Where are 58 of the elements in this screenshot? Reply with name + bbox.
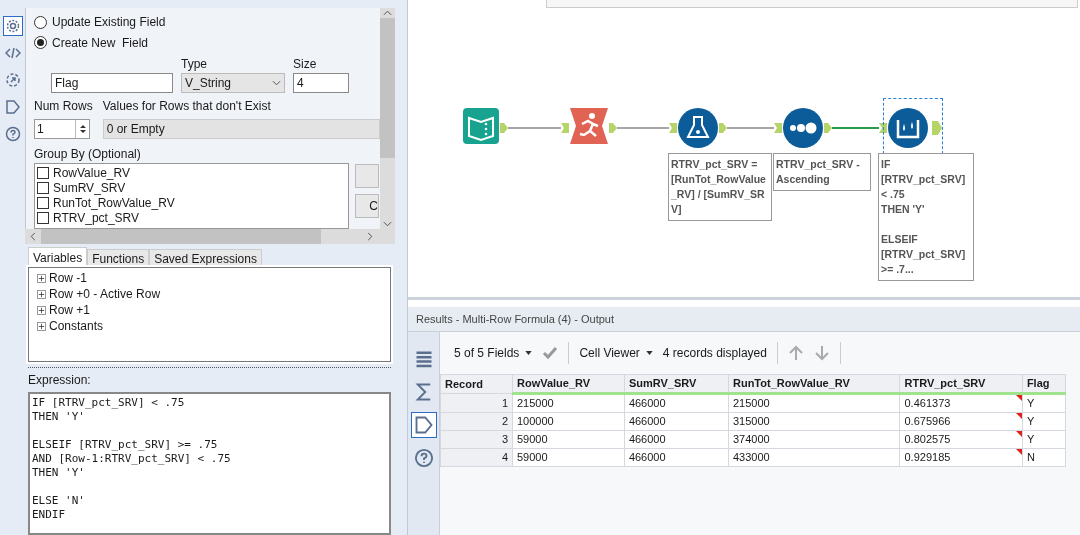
table-cell: 59000 <box>512 448 625 466</box>
size-label: Size <box>293 56 318 73</box>
viewer-dropdown[interactable]: Cell Viewer <box>579 344 653 362</box>
column-header[interactable]: Record <box>440 374 513 394</box>
table-cell: 0.461373 <box>900 393 1023 412</box>
table-cell: 374000 <box>728 430 900 448</box>
table-cell: 0.929185 <box>900 448 1023 466</box>
missing-rows-dropdown[interactable]: 0 or Empty <box>102 119 380 139</box>
node-annotation: RTRV_pct_SRV - Ascending <box>773 153 871 191</box>
table-cell: 466000 <box>624 430 729 448</box>
table-cell: 433000 <box>728 448 900 466</box>
expression-editor[interactable]: IF [RTRV_pct_SRV] < .75 THEN 'Y' ELSEIF [RTRV_pct_SRV] >= .75 AND [Row-1:RTRV_pct_SRV] < .75 THEN 'Y' ELSE 'N' ENDIF <box>28 392 391 535</box>
field-label: RunTot_RowValue_RV <box>53 195 175 212</box>
field-label: RowValue_RV <box>53 164 130 182</box>
expression-label: Expression: <box>28 372 92 389</box>
table-cell: 466000 <box>624 393 729 412</box>
table-cell: 59000 <box>512 430 625 448</box>
field-label: RTRV_pct_SRV <box>53 210 140 227</box>
radio-label: Update Existing Field <box>52 14 166 32</box>
table-cell: 215000 <box>512 393 625 412</box>
table-cell: 100000 <box>512 412 625 430</box>
missing-rows-label: Values for Rows that don't Exist <box>102 98 272 115</box>
size-input[interactable]: 4 <box>293 73 349 93</box>
tree-item[interactable]: Row +0 - Active Row <box>49 285 161 303</box>
tree-item[interactable]: Row +1 <box>49 301 91 319</box>
column-header[interactable]: RTRV_pct_SRV <box>900 374 1023 394</box>
column-header[interactable]: RunTot_RowValue_RV <box>728 374 900 394</box>
tree-item[interactable]: Constants <box>49 317 104 335</box>
table-cell: Y <box>1022 430 1066 448</box>
table-cell: Y <box>1022 412 1066 430</box>
expression-code: IF [RTRV_pct_SRV] < .75 THEN 'Y' ELSEIF [RTRV_pct_SRV] >= .75 AND [Row-1:RTRV_pct_SRV] < .75 THEN 'Y' ELSE 'N' ENDIF <box>32 396 232 522</box>
num-rows-spinner[interactable]: 1 <box>34 119 90 139</box>
node-annotation: IF [RTRV_pct_SRV] < .75 THEN 'Y' ELSEIF [RTRV_pct_SRV] >= .7... <box>878 153 974 281</box>
field-name-input[interactable]: Flag <box>51 73 173 93</box>
tree-item[interactable]: Row -1 <box>49 269 87 287</box>
table-cell: 0.802575 <box>900 430 1023 448</box>
field-label: SumRV_SRV <box>53 180 126 197</box>
type-label: Type <box>181 56 208 73</box>
side-button[interactable]: C <box>355 194 379 218</box>
table-cell: N <box>1022 448 1066 466</box>
table-cell: 466000 <box>624 448 729 466</box>
radio-label: Create New Field <box>52 34 149 52</box>
tab[interactable]: Variables <box>28 247 88 267</box>
table-cell: 466000 <box>624 412 729 430</box>
group-by-label: Group By (Optional) <box>34 146 142 163</box>
results-title: Results - Multi-Row Formula (4) - Output <box>416 311 615 327</box>
column-header[interactable]: SumRV_SRV <box>624 374 729 394</box>
type-dropdown[interactable]: V_String <box>181 73 285 93</box>
column-header[interactable]: Flag <box>1022 374 1066 394</box>
record-count: 4 records displayed <box>662 345 767 362</box>
num-rows-label: Num Rows <box>34 98 93 115</box>
fields-dropdown[interactable]: 5 of 5 Fields <box>454 344 533 362</box>
table-cell: Y <box>1022 393 1066 412</box>
table-cell: 215000 <box>728 393 900 412</box>
table-cell: 0.675966 <box>900 412 1023 430</box>
column-header[interactable]: RowValue_RV <box>512 374 625 394</box>
node-annotation: RTRV_pct_SRV = [RunTot_RowValue_RV] / [SumRV_SRV] <box>668 153 772 221</box>
table-cell: 315000 <box>728 412 900 430</box>
